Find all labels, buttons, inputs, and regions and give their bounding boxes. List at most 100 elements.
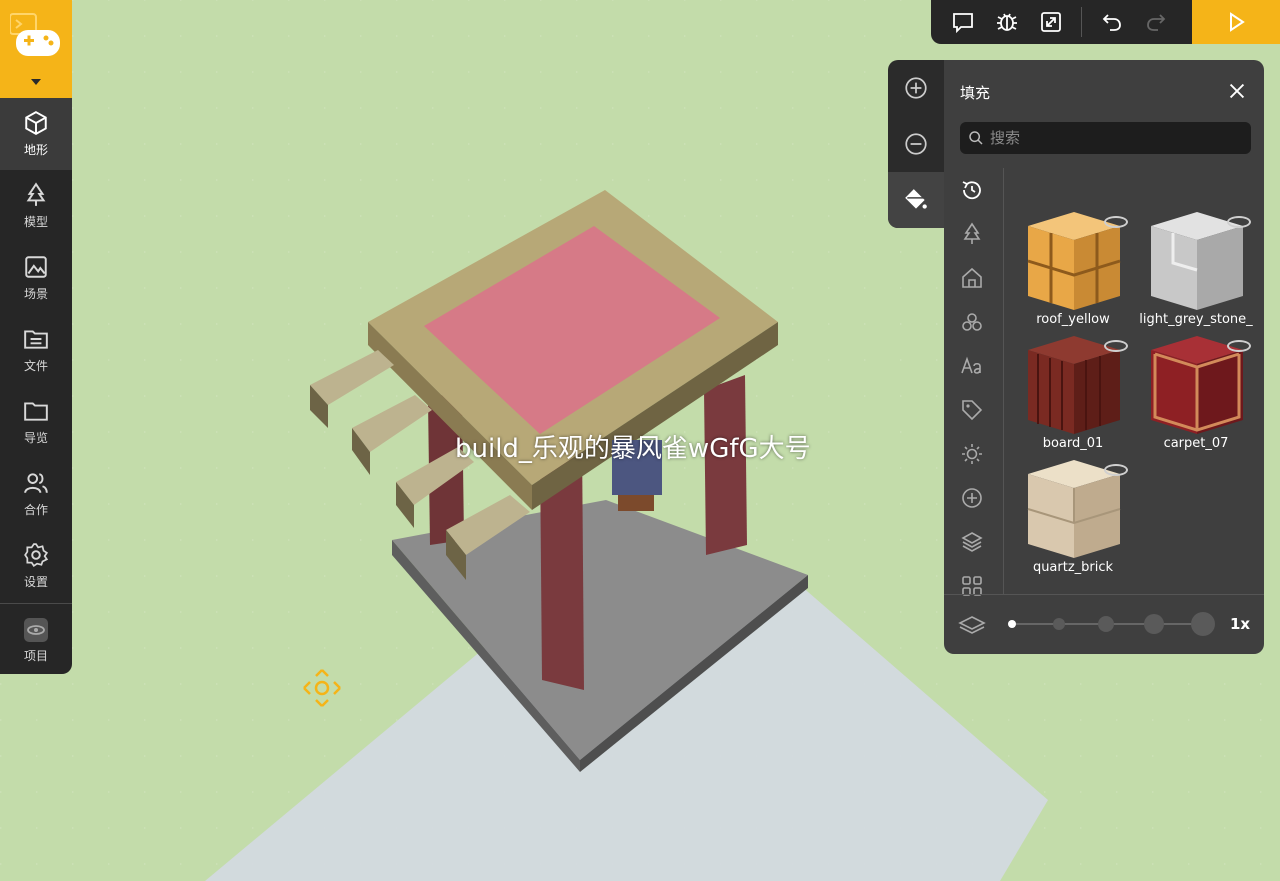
material-tile[interactable]: light_grey_stone_ [1137,208,1255,332]
material-tile[interactable]: carpet_07 [1137,332,1255,456]
logo-dropdown-icon [31,79,41,85]
sidebar-item-guide[interactable]: 导览 [0,386,72,458]
sidebar-item-model[interactable]: 模型 [0,170,72,242]
brush-size-dot-1[interactable] [1008,620,1016,628]
sidebar-item-settings[interactable]: 设置 [0,530,72,602]
project-icon [24,618,48,642]
favorite-ring-icon [1104,340,1128,352]
redo-icon [1147,14,1166,31]
panel-title: 填充 [960,84,991,102]
brush-tool-column [888,60,944,228]
bug-icon [997,13,1017,31]
sidebar-item-collab[interactable]: 合作 [0,458,72,530]
cube-icon [25,111,47,135]
search-icon [969,131,983,145]
search-input[interactable] [990,129,1230,147]
favorite-ring-icon [1104,464,1128,476]
sidebar-item-label: 模型 [23,215,48,229]
brush-size-dot-2[interactable] [1053,618,1065,630]
gear-icon [24,543,49,568]
redo-button[interactable] [1134,0,1178,44]
close-icon[interactable] [1226,80,1248,102]
users-icon [24,473,48,494]
image-icon [25,256,47,278]
sun-icon [962,444,982,464]
sidebar-item-label: 场景 [23,287,48,301]
sidebar-item-scene[interactable]: 场景 [0,242,72,314]
folder-icon [24,402,48,421]
tree-icon [963,222,981,244]
sidebar-divider [0,603,72,604]
category-light[interactable] [944,432,1000,476]
category-text[interactable] [944,344,1000,388]
remove-block-tool[interactable] [888,116,944,172]
blocks-icon [962,313,982,331]
undo-icon [1102,14,1121,31]
sidebar-item-label: 文件 [23,359,48,373]
zoom-in-icon [905,77,927,99]
material-tile[interactable]: quartz_brick [1014,456,1132,580]
paint-bucket-icon [905,189,927,209]
category-layers[interactable] [944,520,1000,564]
material-name: roof_yellow [1036,312,1110,327]
comment-button[interactable] [941,0,985,44]
sidebar-item-label: 项目 [23,649,48,663]
app-logo-tab[interactable] [0,0,72,98]
sidebar-item-terrain[interactable]: 地形 [0,98,72,170]
layers-icon [961,532,983,552]
material-name: carpet_07 [1163,436,1229,451]
brush-size-dot-4[interactable] [1144,614,1164,634]
sidebar-item-label: 合作 [23,503,48,517]
tree-icon [26,182,46,206]
camera-target-icon[interactable] [300,668,344,712]
favorite-ring-icon [1227,340,1251,352]
add-block-tool[interactable] [888,60,944,116]
undo-button[interactable] [1090,0,1134,44]
text-icon [961,356,981,374]
sidebar-item-project[interactable]: 项目 [0,605,72,674]
play-button[interactable] [1192,0,1280,44]
sidebar-item-label: 设置 [23,575,48,589]
brush-size-bar: 1x [944,594,1264,654]
category-recent[interactable] [944,168,1000,212]
expand-icon [1041,12,1061,32]
category-nature[interactable] [944,212,1000,256]
refresh-icon [1104,216,1128,228]
zoom-out-icon [905,133,927,155]
category-tag[interactable] [944,388,1000,432]
category-building[interactable] [944,256,1000,300]
toolbar-divider [1081,7,1082,37]
favorite-ring-icon [1227,216,1251,228]
left-sidebar: 地形 模型 场景 文件 导览 合作 设置 项目 [0,0,72,674]
folder-list-icon [24,330,48,349]
material-name: board_01 [1042,436,1104,451]
category-blocks[interactable] [944,300,1000,344]
brush-size-dot-3[interactable] [1098,616,1114,632]
sidebar-item-label: 导览 [23,431,48,445]
layer-icon [958,616,986,634]
material-tile[interactable]: roof_yellow [1014,208,1132,332]
build-name-label: build_乐观的暴风雀wGfG大号 [455,434,811,464]
material-name: light_grey_stone_ [1139,312,1253,327]
tag-icon [962,400,983,421]
sidebar-item-files[interactable]: 文件 [0,314,72,386]
play-icon [1230,12,1245,32]
house-icon [962,267,982,288]
gamepad-logo-icon [10,13,60,56]
fullscreen-button[interactable] [1029,0,1073,44]
top-toolbar [931,0,1280,44]
zoom-level[interactable]: 1x [1230,615,1250,633]
material-search[interactable] [960,122,1251,154]
material-tile[interactable]: board_01 [1014,332,1132,456]
chat-icon [953,13,973,34]
recent-icon [962,181,981,200]
brush-size-dot-5[interactable] [1191,612,1215,636]
material-name: quartz_brick [1032,560,1114,575]
category-list [944,168,1004,596]
debug-button[interactable] [985,0,1029,44]
fill-tool[interactable] [888,172,944,228]
fill-panel: 填充 搜索 roof_yellow light_grey_stone_ boar… [944,60,1264,654]
category-add[interactable] [944,476,1000,520]
sidebar-item-label: 地形 [23,143,48,157]
add-icon [962,488,982,508]
